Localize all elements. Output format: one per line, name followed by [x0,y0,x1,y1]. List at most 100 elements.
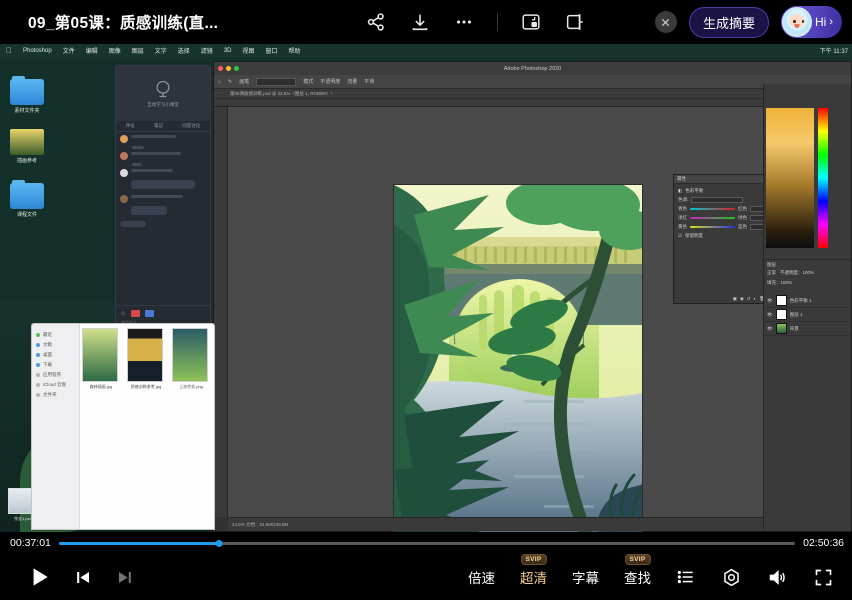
comment-item[interactable] [116,166,210,180]
minimize-window-icon[interactable] [226,66,231,71]
photoshop-tool-palette[interactable] [214,107,228,517]
comment-item[interactable] [116,149,210,163]
photoshop-window[interactable]: Adobe Photoshop 2020 ⌂ ✎ 画笔 模式 不透明度 流量 平… [213,61,852,532]
finder-file[interactable]: 质感训练参考.jpg [127,328,165,390]
next-episode-button[interactable] [115,568,134,587]
cyan-red-value[interactable] [750,206,764,212]
layer-row[interactable]: 👁 图层 1 [764,308,851,322]
comment-item[interactable] [116,132,210,146]
tab-comments[interactable]: 评论 [126,123,135,129]
finder-sidebar-item[interactable]: 文稿 [32,340,79,350]
brush-preset-dropdown[interactable] [256,78,296,86]
attachment-icon[interactable] [145,310,154,317]
color-balance-panel[interactable]: 属性 ≡ ◧ 色彩平衡 色调: [673,174,769,304]
tab-qa[interactable]: 问答讨论 [182,123,200,129]
window-traffic-lights[interactable] [218,66,239,71]
generate-summary-button[interactable]: 生成摘要 [689,7,769,38]
finder-sidebar-item[interactable]: 下载 [32,360,79,370]
layer-row[interactable]: 👁 色彩平衡 1 [764,294,851,308]
desktop-icon-folder-2[interactable]: 课程文件 [6,183,48,218]
finder-sidebar-item[interactable]: 文件夹 [32,390,79,400]
finder-window[interactable]: 最近 文稿 桌面 下载 [31,323,215,530]
maximize-window-icon[interactable] [234,66,239,71]
finder-file[interactable]: 森林插画.jpg [82,328,120,390]
search-button[interactable]: SVIP 查找 [624,567,651,587]
finder-file-grid[interactable]: 森林插画.jpg 质感训练参考.jpg 上次作业.png [82,328,212,390]
download-icon[interactable] [409,11,431,33]
magenta-green-value[interactable] [750,215,764,221]
preserve-luminosity-row[interactable]: ☑ 保留明度 [678,233,764,239]
progress-bar-area[interactable]: 00:37:01 02:50:36 [0,532,852,554]
slider-row-yellow-blue[interactable]: 黄色 蓝色 [678,224,764,230]
comment-reaction-row[interactable] [116,218,210,230]
yellow-blue-value[interactable] [750,224,764,230]
color-picker-field[interactable] [766,108,814,248]
sidebar-toggle-icon[interactable] [564,11,586,33]
photoshop-right-panels[interactable]: 图层 正常 不透明度：100% 填充：100% 👁 色彩平衡 1 [763,84,851,531]
settings-button[interactable] [721,567,742,588]
brush-tool-icon[interactable]: ✎ [228,79,232,85]
finder-sidebar-item[interactable]: 桌面 [32,350,79,360]
desktop-icon-folder-1[interactable]: 素材文件夹 [6,79,48,114]
volume-button[interactable] [767,567,788,588]
preview-toggle-icon[interactable]: ◉ [740,296,744,302]
layer-row[interactable]: 👁 背景 [764,322,851,336]
progress-handle[interactable] [215,540,222,547]
magenta-green-slider[interactable] [690,217,735,219]
video-surface[interactable]:  Photoshop 文件 编辑 图像 图层 文字 选择 滤镜 3D 视图 窗… [0,44,852,532]
blend-mode-select[interactable]: 正常 [767,270,776,276]
eye-icon[interactable]: 👁 [767,312,773,318]
yellow-blue-slider[interactable] [690,226,735,228]
panel-footer-icons[interactable]: ▣ ◉ ↺ ◐ 🗑 [733,296,765,302]
finder-sidebar-item[interactable]: 应用程序 [32,370,79,380]
reset-icon[interactable]: ↺ [747,296,751,302]
comment-panel[interactable]: 互动学习小课堂 评论 笔记 问答讨论 [115,65,211,340]
reaction-chip[interactable] [120,221,146,227]
seek-bar[interactable] [59,542,795,545]
eye-icon[interactable]: 👁 [767,298,773,304]
playlist-button[interactable] [676,567,696,587]
home-icon[interactable]: ⌂ [218,79,221,85]
tone-select[interactable] [691,197,743,203]
more-options-icon[interactable] [453,11,475,33]
playback-speed-button[interactable]: 倍速 [468,567,495,587]
slider-row-cyan-red[interactable]: 青色 红色 [678,206,764,212]
finder-sidebar-item[interactable]: 最近 [32,330,79,340]
tone-row[interactable]: 色调: [678,197,764,203]
photoshop-options-bar[interactable]: ⌂ ✎ 画笔 模式 不透明度 流量 平滑 [214,75,851,89]
layers-fill-row[interactable]: 填充：100% [764,280,851,286]
subtitle-button[interactable]: 字幕 [572,567,599,587]
finder-file[interactable]: 上次作业.png [172,328,210,390]
desktop-icon-image[interactable]: 插画参考 [6,129,48,164]
fullscreen-button[interactable] [813,567,834,588]
clip-layer-icon[interactable]: ▣ [733,296,737,302]
fill-label[interactable]: 填充：100% [767,280,792,285]
cyan-red-slider[interactable] [690,208,735,210]
layers-blend-row[interactable]: 正常 不透明度：100% [764,270,851,276]
previous-episode-button[interactable] [74,568,93,587]
hue-slider[interactable] [818,108,828,248]
close-window-icon[interactable] [218,66,223,71]
opacity-label[interactable]: 不透明度：100% [780,270,814,276]
quality-button[interactable]: SVIP 超清 [520,567,547,587]
tab-notes[interactable]: 笔记 [154,123,163,129]
comment-tabs[interactable]: 评论 笔记 问答讨论 [116,121,210,132]
picture-in-picture-icon[interactable] [520,11,542,33]
photoshop-document-tab[interactable]: 第05课质感训练.psd @ 24.5%（图层 1, RGB/8#）* [214,89,851,99]
comment-item[interactable] [116,192,210,206]
play-button[interactable] [26,564,52,590]
visibility-icon[interactable]: ◐ [754,296,757,302]
eye-icon[interactable]: 👁 [767,326,773,332]
artwork-canvas[interactable] [394,185,642,532]
close-icon[interactable] [655,11,677,33]
slider-row-magenta-green[interactable]: 洋红 绿色 [678,215,764,221]
user-avatar-pill[interactable]: Hi › [781,6,842,38]
finder-sidebar[interactable]: 最近 文稿 桌面 下载 [32,324,80,529]
emoji-icon[interactable]: ☺ [120,311,126,317]
photoshop-canvas[interactable]: 属性 ≡ ◧ 色彩平衡 色调: [228,107,763,517]
image-upload-icon[interactable] [131,310,140,317]
layers-list[interactable]: 👁 色彩平衡 1 👁 图层 1 👁 背景 [764,294,851,336]
checkbox-icon[interactable]: ☑ [678,233,682,239]
finder-sidebar-item[interactable]: iCloud 云盘 [32,380,79,390]
share-icon[interactable] [365,11,387,33]
